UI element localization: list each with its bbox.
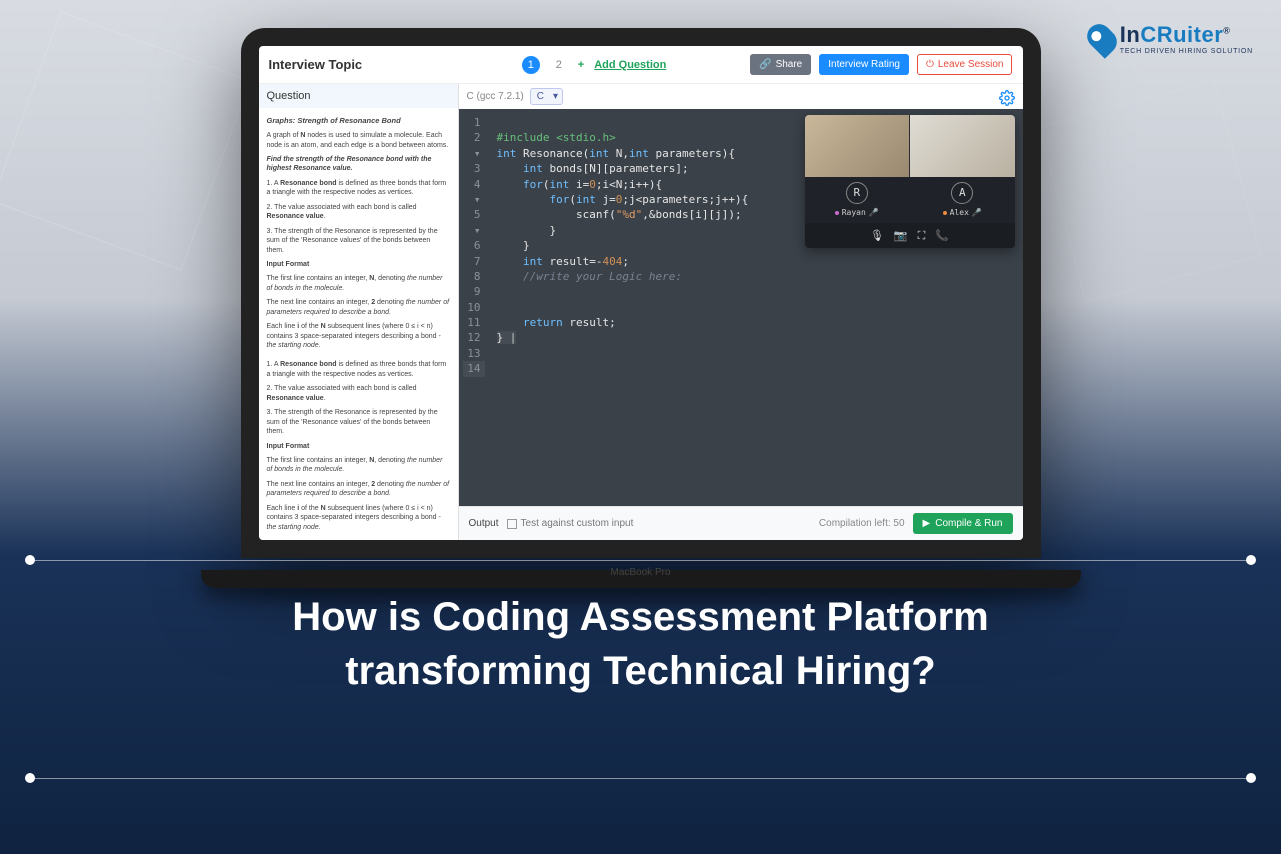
custom-input-checkbox[interactable]: Test against custom input xyxy=(507,518,634,529)
input-line-1: The first line contains an integer, N, d… xyxy=(267,274,450,293)
output-label: Output xyxy=(469,518,499,529)
avatar-1: R xyxy=(846,182,868,204)
def-1-dup: 1. A Resonance bond is defined as three … xyxy=(267,360,450,379)
laptop-frame: Interview Topic 1 2 + Add Question 🔗 Sha… xyxy=(241,28,1041,588)
add-plus-icon: + xyxy=(578,59,584,71)
video-call-widget[interactable]: R Rayan 🎤 A Alex 🎤 🎙 📷 xyxy=(805,115,1015,248)
def-2: 2. The value associated with each bond i… xyxy=(267,203,450,222)
def-3: 3. The strength of the Resonance is repr… xyxy=(267,227,450,255)
input-line-1-dup: The first line contains an integer, N, d… xyxy=(267,456,450,475)
video-tile-2 xyxy=(910,115,1015,177)
play-icon: ▶ xyxy=(923,518,931,529)
code-editor[interactable]: 12 ▾34 ▾5 ▾67891011121314 #include <stdi… xyxy=(459,109,1023,506)
mic-icon: 🎤 xyxy=(972,207,982,218)
marketing-headline: How is Coding Assessment Platform transf… xyxy=(0,590,1281,698)
question-2-tab[interactable]: 2 xyxy=(550,56,568,74)
def-3-dup: 3. The strength of the Resonance is repr… xyxy=(267,408,450,436)
language-bar: C (gcc 7.2.1) C xyxy=(459,84,1023,109)
input-line-3-dup: Each line i of the N subsequent lines (w… xyxy=(267,504,450,532)
question-1-tab[interactable]: 1 xyxy=(522,56,540,74)
avatar-2: A xyxy=(951,182,973,204)
gear-icon[interactable] xyxy=(999,90,1015,111)
editor-footer: Output Test against custom input Compila… xyxy=(459,506,1023,540)
add-question-link[interactable]: Add Question xyxy=(594,59,666,71)
compile-run-button[interactable]: ▶ Compile & Run xyxy=(913,513,1013,534)
question-nav: 1 2 + Add Question xyxy=(522,56,667,74)
divider-bottom xyxy=(30,778,1251,779)
fullscreen-icon[interactable]: ⛶ xyxy=(918,228,926,243)
def-1: 1. A Resonance bond is defined as three … xyxy=(267,179,450,198)
input-format-head-dup: Input Format xyxy=(267,442,450,451)
divider-top xyxy=(30,560,1251,561)
topbar-title: Interview Topic xyxy=(269,57,363,72)
input-format-head: Input Format xyxy=(267,260,450,269)
input-line-2-dup: The next line contains an integer, 2 den… xyxy=(267,480,450,499)
power-icon: ⏻ xyxy=(926,59,934,70)
question-heading: Question xyxy=(259,84,458,108)
video-tile-1 xyxy=(805,115,910,177)
checkbox-icon xyxy=(507,519,517,529)
link-icon: 🔗 xyxy=(759,59,771,70)
brand-logo: InCRuiter® TECH DRIVEN HIRING SOLUTION xyxy=(1090,22,1253,55)
rating-button[interactable]: Interview Rating xyxy=(819,54,909,75)
input-line-2: The next line contains an integer, 2 den… xyxy=(267,298,450,317)
laptop-brand: MacBook Pro xyxy=(610,567,670,578)
mic-icon: 🎤 xyxy=(869,207,879,218)
leave-session-button[interactable]: ⏻ Leave Session xyxy=(917,54,1013,75)
problem-task: Find the strength of the Resonance bond … xyxy=(267,155,450,174)
hangup-icon[interactable]: 📞 xyxy=(935,228,949,243)
input-line-3: Each line i of the N subsequent lines (w… xyxy=(267,322,450,350)
camera-toggle-icon[interactable]: 📷 xyxy=(894,228,908,243)
def-2-dup: 2. The value associated with each bond i… xyxy=(267,384,450,403)
mic-toggle-icon[interactable]: 🎙 xyxy=(870,228,884,243)
top-bar: Interview Topic 1 2 + Add Question 🔗 Sha… xyxy=(259,46,1023,84)
participant-1: R Rayan 🎤 xyxy=(805,177,910,223)
editor-panel: C (gcc 7.2.1) C 12 ▾34 ▾5 ▾6789101112131… xyxy=(459,84,1023,540)
question-panel: Question Graphs: Strength of Resonance B… xyxy=(259,84,459,540)
code-content[interactable]: #include <stdio.h> int Resonance(int N,i… xyxy=(489,109,757,506)
problem-desc: A graph of N nodes is used to simulate a… xyxy=(267,131,450,150)
compiler-label: C (gcc 7.2.1) xyxy=(467,91,524,102)
language-dropdown[interactable]: C xyxy=(530,88,563,105)
problem-title: Graphs: Strength of Resonance Bond xyxy=(267,116,450,126)
participant-2: A Alex 🎤 xyxy=(910,177,1015,223)
compilation-count: Compilation left: 50 xyxy=(819,518,905,529)
share-button[interactable]: 🔗 Share xyxy=(750,54,811,75)
interview-app: Interview Topic 1 2 + Add Question 🔗 Sha… xyxy=(259,46,1023,540)
line-gutter: 12 ▾34 ▾5 ▾67891011121314 xyxy=(459,109,489,506)
